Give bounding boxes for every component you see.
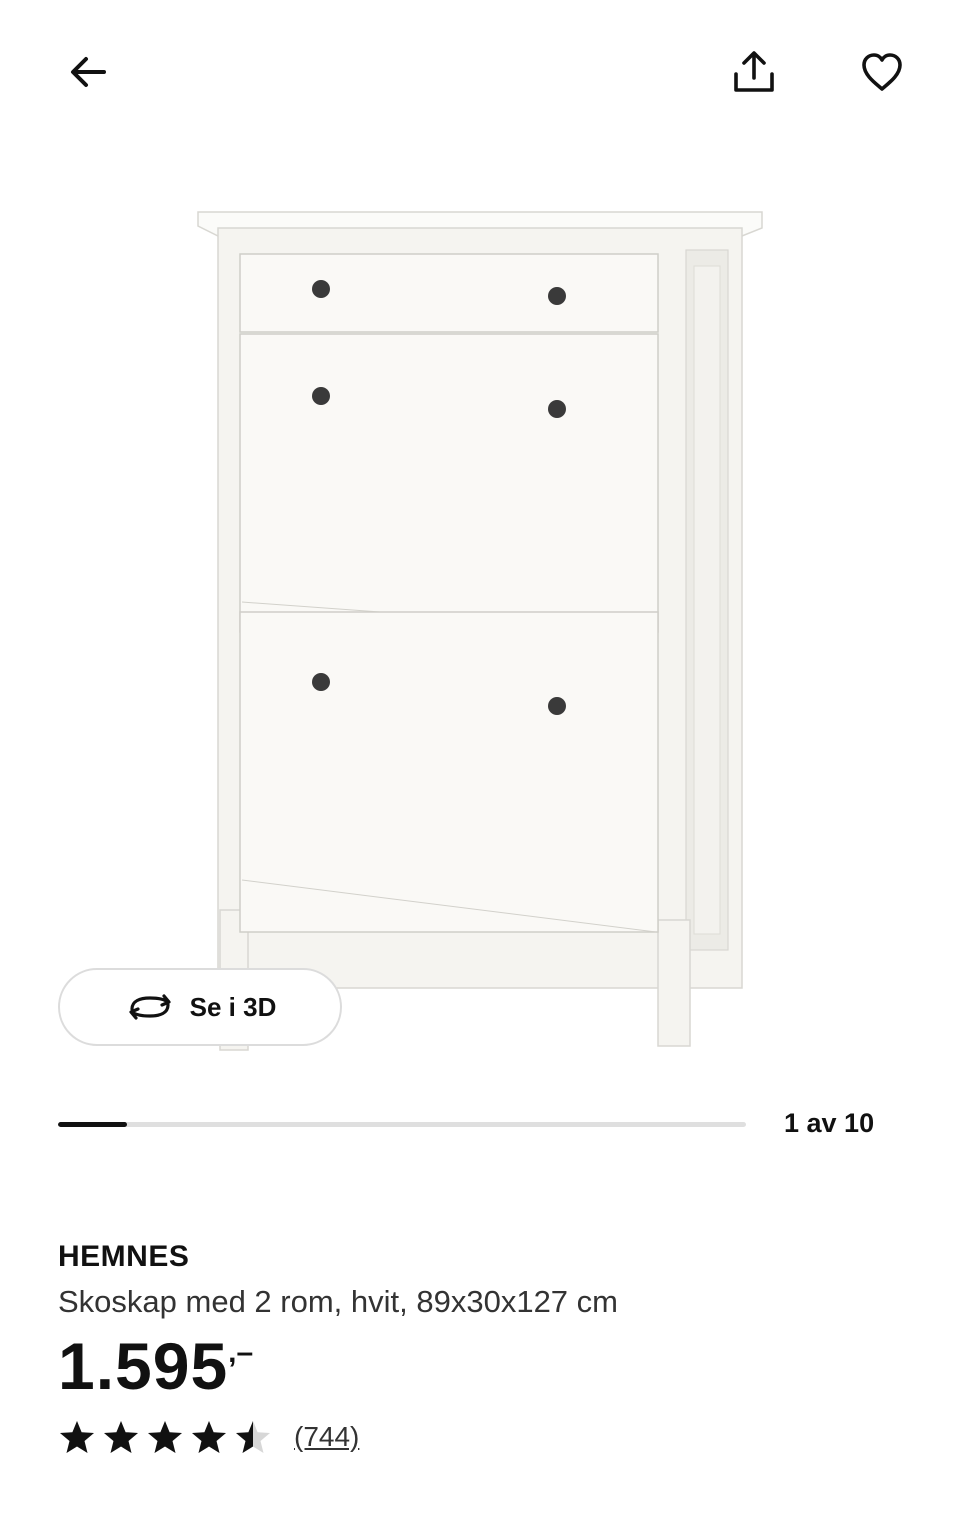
price-integer: 1.595	[58, 1329, 229, 1403]
favorite-button[interactable]	[850, 40, 914, 104]
star-icon	[192, 1420, 226, 1453]
heart-icon	[862, 53, 902, 91]
star-icon	[60, 1420, 94, 1453]
share-button[interactable]	[722, 40, 786, 104]
arrow-left-icon	[71, 57, 106, 87]
product-description: Skoskap med 2 rom, hvit, 89x30x127 cm	[58, 1284, 618, 1319]
price-decimal: ,–	[228, 1336, 254, 1369]
product-price: 1.595 ,–	[58, 1330, 918, 1403]
gallery-counter: 1 av 10	[784, 1108, 875, 1138]
top-bar	[0, 0, 960, 140]
star-icon	[104, 1420, 138, 1453]
review-count-link[interactable]: (744)	[294, 1421, 359, 1453]
view-in-3d-button[interactable]: Se i 3D	[58, 968, 342, 1046]
view-in-3d-label: Se i 3D	[189, 991, 277, 1022]
product-info: HEMNES Skoskap med 2 rom, hvit, 89x30x12…	[58, 1240, 918, 1455]
gallery-progress-fill	[58, 1122, 127, 1127]
gallery-progress-bar	[58, 1122, 746, 1127]
product-name: HEMNES	[58, 1240, 190, 1273]
share-icon	[734, 51, 774, 92]
star-icon	[148, 1420, 182, 1453]
rotate-3d-icon	[129, 994, 171, 1020]
product-image	[197, 211, 763, 1051]
product-rating[interactable]: (744)	[58, 1419, 918, 1455]
back-button[interactable]	[56, 40, 120, 104]
rating-stars	[58, 1419, 272, 1455]
product-image-gallery[interactable]	[0, 140, 960, 1080]
star-icon	[236, 1420, 270, 1453]
